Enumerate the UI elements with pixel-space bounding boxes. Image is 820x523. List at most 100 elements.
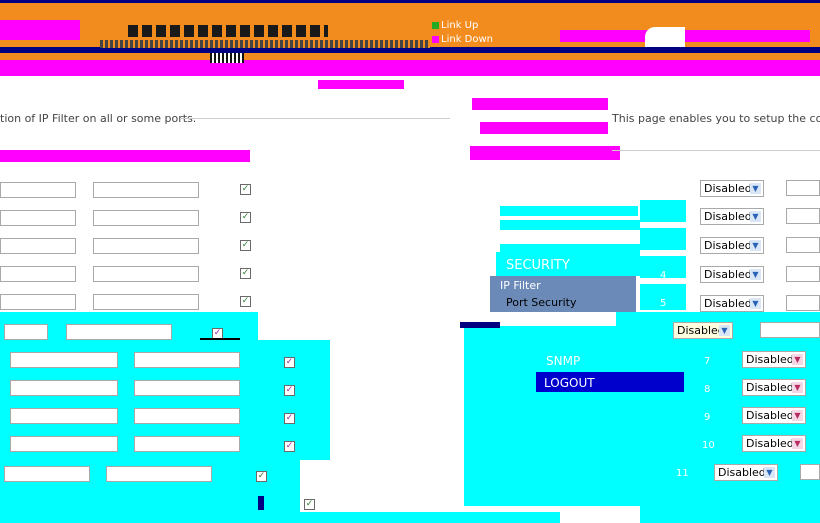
ip-filter-description: tion of IP Filter on all or some ports. xyxy=(0,112,197,125)
ip-address-field[interactable] xyxy=(0,294,76,310)
ip-address-field[interactable] xyxy=(10,408,118,424)
port-status-value: Disabled xyxy=(704,268,752,281)
subnet-mask-field[interactable] xyxy=(134,352,240,368)
port-extra-field[interactable] xyxy=(786,266,820,282)
nav-item-ip-filter-label: IP Filter xyxy=(500,279,541,292)
nav-highlight-3 xyxy=(470,146,620,160)
chevron-down-icon: ▼ xyxy=(750,183,761,194)
port-status-value: Disabled xyxy=(746,437,794,450)
enable-checkbox[interactable]: ✓ xyxy=(304,499,315,510)
port-status-select[interactable]: Disabled ▼ xyxy=(700,237,764,254)
ip-address-field[interactable] xyxy=(0,182,76,198)
port-extra-field[interactable] xyxy=(786,295,820,311)
switch-connector-icon xyxy=(210,53,244,63)
ip-address-field[interactable] xyxy=(4,324,48,340)
port-status-value: Disabled xyxy=(746,409,794,422)
nav-item-port-security[interactable]: Port Security xyxy=(494,296,634,310)
port-status-select[interactable]: Disabled ▼ xyxy=(742,379,806,396)
chevron-down-icon: ▼ xyxy=(792,382,803,393)
left-column-header xyxy=(0,150,250,162)
nav-item-snmp[interactable]: SNMP xyxy=(540,354,680,368)
header-magenta-stripe xyxy=(0,60,820,76)
legend-link-down-label: Link Down xyxy=(441,34,493,45)
port-status-select[interactable]: Disabled ▼ xyxy=(742,435,806,452)
enable-checkbox[interactable]: ✓ xyxy=(240,268,251,279)
subnet-mask-field[interactable] xyxy=(93,294,199,310)
product-logo xyxy=(645,27,685,47)
nav-item-port-security-label: Port Security xyxy=(506,296,577,309)
enable-checkbox[interactable]: ✓ xyxy=(284,385,295,396)
bottom-marker xyxy=(258,496,264,510)
enable-checkbox[interactable]: ✓ xyxy=(284,413,295,424)
subnet-mask-field[interactable] xyxy=(134,380,240,396)
ip-address-field[interactable] xyxy=(10,436,118,452)
enable-checkbox[interactable]: ✓ xyxy=(284,441,295,452)
nav-item-logout[interactable]: LOGOUT xyxy=(536,372,686,392)
port-number: 4 xyxy=(660,270,667,281)
chevron-down-icon: ▼ xyxy=(750,211,761,222)
subnet-mask-field[interactable] xyxy=(93,238,199,254)
chevron-down-icon: ▼ xyxy=(792,354,803,365)
chevron-down-icon: ▼ xyxy=(750,269,761,280)
nav-highlight-2 xyxy=(480,122,608,134)
port-extra-field[interactable] xyxy=(786,208,820,224)
header-magenta-block-left xyxy=(0,20,80,40)
enable-checkbox[interactable]: ✓ xyxy=(240,184,251,195)
overlay-band-bottom xyxy=(0,452,300,512)
port-status-select[interactable]: Disabled ▼ xyxy=(673,322,733,339)
port-num-cell xyxy=(640,228,686,250)
nav-item-logout-label: LOGOUT xyxy=(544,376,595,390)
switch-port-leds-icon xyxy=(128,25,328,37)
nav-item-ip-filter[interactable]: IP Filter xyxy=(494,279,634,293)
port-status-select[interactable]: Disabled ▼ xyxy=(742,407,806,424)
subnet-mask-field[interactable] xyxy=(66,324,172,340)
port-number: 11 xyxy=(676,468,689,479)
subnet-mask-field[interactable] xyxy=(106,466,212,482)
subnet-mask-field[interactable] xyxy=(93,182,199,198)
subnet-mask-field[interactable] xyxy=(93,210,199,226)
chevron-down-icon: ▼ xyxy=(792,410,803,421)
legend-link-down: Link Down xyxy=(432,34,493,45)
ip-address-field[interactable] xyxy=(10,352,118,368)
port-extra-field[interactable] xyxy=(786,180,820,196)
port-status-select[interactable]: Disabled ▼ xyxy=(700,180,764,197)
port-status-value: Disabled xyxy=(704,297,752,310)
port-status-select[interactable]: Disabled ▼ xyxy=(700,295,764,312)
ip-address-field[interactable] xyxy=(0,266,76,282)
ip-address-field[interactable] xyxy=(10,380,118,396)
legend-link-up-label: Link Up xyxy=(441,20,479,31)
port-num-cell xyxy=(640,200,686,222)
enable-checkbox[interactable]: ✓ xyxy=(284,357,295,368)
nav-divider xyxy=(460,322,500,328)
port-status-value: Disabled xyxy=(746,381,794,394)
port-number: 8 xyxy=(704,384,711,395)
enable-checkbox[interactable]: ✓ xyxy=(256,471,267,482)
port-status-select[interactable]: Disabled ▼ xyxy=(700,208,764,225)
enable-checkbox[interactable]: ✓ xyxy=(240,296,251,307)
port-status-value: Disabled xyxy=(677,324,725,337)
ip-address-field[interactable] xyxy=(0,210,76,226)
nav-item-security[interactable]: SECURITY xyxy=(496,252,640,276)
nav-highlight-1 xyxy=(472,98,608,110)
nav-item-security-label: SECURITY xyxy=(506,258,570,273)
port-extra-field[interactable] xyxy=(760,322,820,338)
port-number: 9 xyxy=(704,412,711,423)
enable-checkbox[interactable]: ✓ xyxy=(240,212,251,223)
subnet-mask-field[interactable] xyxy=(93,266,199,282)
ip-address-field[interactable] xyxy=(0,238,76,254)
enable-checkbox[interactable]: ✓ xyxy=(240,240,251,251)
port-status-select[interactable]: Disabled ▼ xyxy=(714,464,778,481)
port-status-value: Disabled xyxy=(718,466,766,479)
port-status-select[interactable]: Disabled ▼ xyxy=(742,351,806,368)
port-extra-field[interactable] xyxy=(786,237,820,253)
subnet-mask-field[interactable] xyxy=(134,408,240,424)
link-up-swatch-icon xyxy=(432,21,439,29)
port-status-value: Disabled xyxy=(704,239,752,252)
ip-address-field[interactable] xyxy=(4,466,90,482)
subnet-mask-field[interactable] xyxy=(134,436,240,452)
port-status-value: Disabled xyxy=(704,210,752,223)
chevron-down-icon: ▼ xyxy=(792,438,803,449)
port-number: 5 xyxy=(660,298,667,309)
port-extra-field[interactable] xyxy=(800,464,820,480)
port-status-select[interactable]: Disabled ▼ xyxy=(700,266,764,283)
